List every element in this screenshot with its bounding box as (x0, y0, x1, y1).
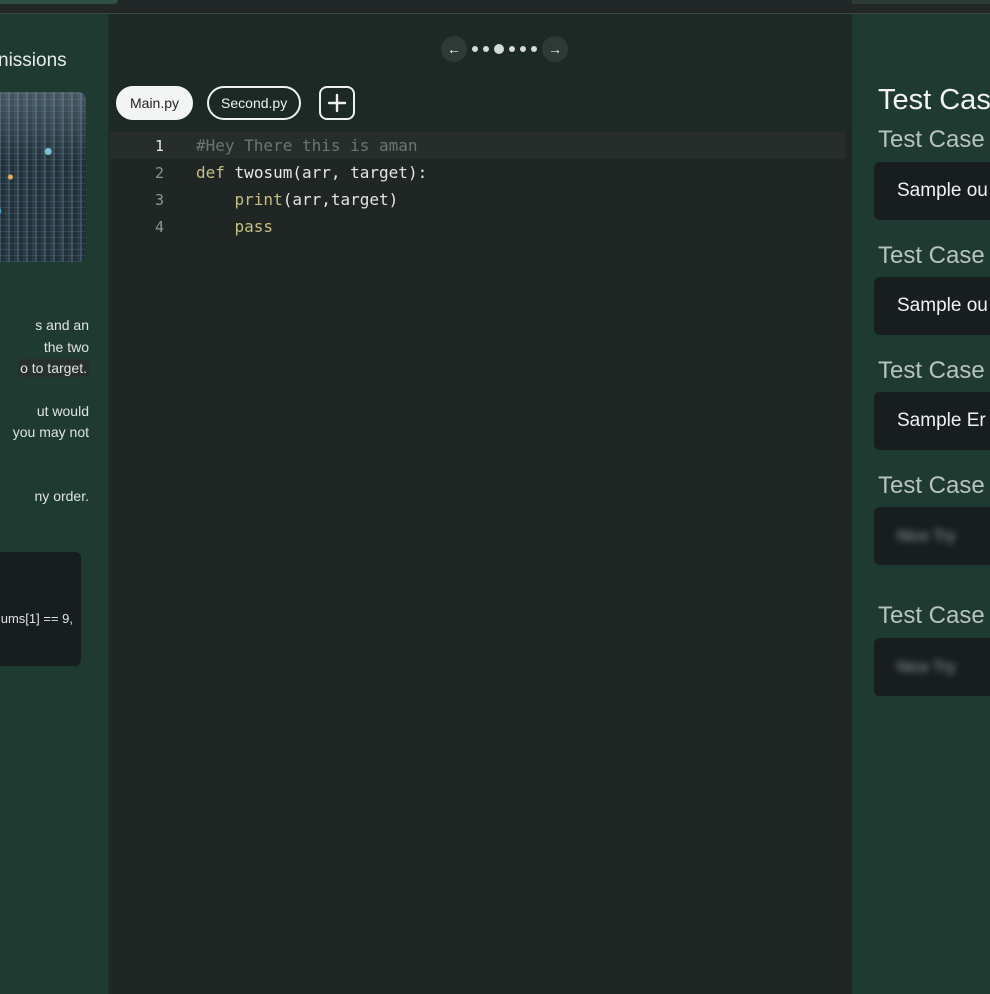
line-number: 4 (154, 217, 164, 236)
top-bar (0, 0, 990, 14)
code-text[interactable]: pass (196, 217, 274, 236)
inline-code: o to target. (18, 359, 89, 377)
test-cases-heading: Test Cas (878, 84, 990, 116)
description-line: the two (43, 338, 89, 355)
test-cases-panel: Test Cas Test Case Sample ou Test Case S… (852, 14, 990, 994)
test-case-output-hidden: Nice Try (874, 507, 990, 565)
test-case-output: Sample ou (874, 162, 990, 220)
example-text: ums[1] == 9, (0, 611, 73, 626)
example-box: ums[1] == 9, (0, 552, 81, 666)
description-line: ny order. (34, 487, 89, 504)
description-line: s and an (35, 317, 89, 333)
test-case-label[interactable]: Test Case (878, 602, 985, 630)
code-line[interactable]: 4 pass (110, 213, 846, 240)
description-line: ut would (36, 402, 89, 419)
pager-dot[interactable] (472, 46, 478, 52)
pager-dot[interactable] (483, 46, 489, 52)
test-case-label[interactable]: Test Case (878, 357, 985, 385)
code-line[interactable]: 2 def twosum(arr, target): (110, 159, 846, 186)
problem-image (0, 92, 86, 262)
tab-second-py[interactable]: Second.py (207, 86, 302, 120)
submissions-tab[interactable]: nissions (0, 50, 67, 72)
test-case-label[interactable]: Test Case (878, 242, 985, 270)
problem-pager: ← → (441, 35, 568, 63)
code-editor: ← → Main.py Second.py 1 #Hey There this … (108, 14, 854, 994)
line-number: 1 (154, 136, 164, 155)
description-line: o to target. (0, 358, 108, 380)
next-arrow-icon[interactable]: → (542, 36, 568, 62)
plus-icon (328, 93, 347, 113)
test-case-output-hidden: Nice Try (874, 638, 990, 696)
top-bar-tab-right (852, 0, 990, 4)
code-line[interactable]: 3 print(arr,target) (110, 186, 846, 213)
pager-dot[interactable] (531, 46, 537, 52)
test-case-label[interactable]: Test Case (878, 126, 985, 154)
pager-dot[interactable] (509, 46, 515, 52)
file-tabs: Main.py Second.py (116, 86, 356, 120)
test-case-label[interactable]: Test Case (878, 472, 985, 500)
code-text[interactable]: def twosum(arr, target): (196, 163, 427, 182)
code-line[interactable]: 1 #Hey There this is aman (110, 132, 846, 159)
test-case-output: Sample ou (874, 277, 990, 335)
pager-dot-active[interactable] (494, 44, 504, 54)
description-line: you may not (12, 424, 89, 440)
problem-description: s and an the two o to target. ut would y… (0, 315, 108, 507)
line-number: 3 (154, 190, 164, 209)
code-area[interactable]: 1 #Hey There this is aman 2 def twosum(a… (110, 132, 846, 240)
top-bar-tab-left (0, 0, 118, 4)
add-file-button[interactable] (319, 86, 356, 120)
tab-main-py[interactable]: Main.py (116, 86, 194, 120)
pager-dot[interactable] (520, 46, 526, 52)
test-case-output: Sample Er (874, 392, 990, 450)
code-text[interactable]: print(arr,target) (196, 190, 399, 209)
hidden-output-text: Nice Try (897, 528, 956, 545)
problem-panel: nissions s and an the two o to target. u… (0, 14, 108, 994)
line-number: 2 (154, 163, 164, 182)
prev-arrow-icon[interactable]: ← (441, 36, 467, 62)
code-text[interactable]: #Hey There this is aman (196, 136, 418, 155)
editor-header: ← → Main.py Second.py (110, 14, 854, 132)
hidden-output-text: Nice Try (897, 659, 956, 676)
